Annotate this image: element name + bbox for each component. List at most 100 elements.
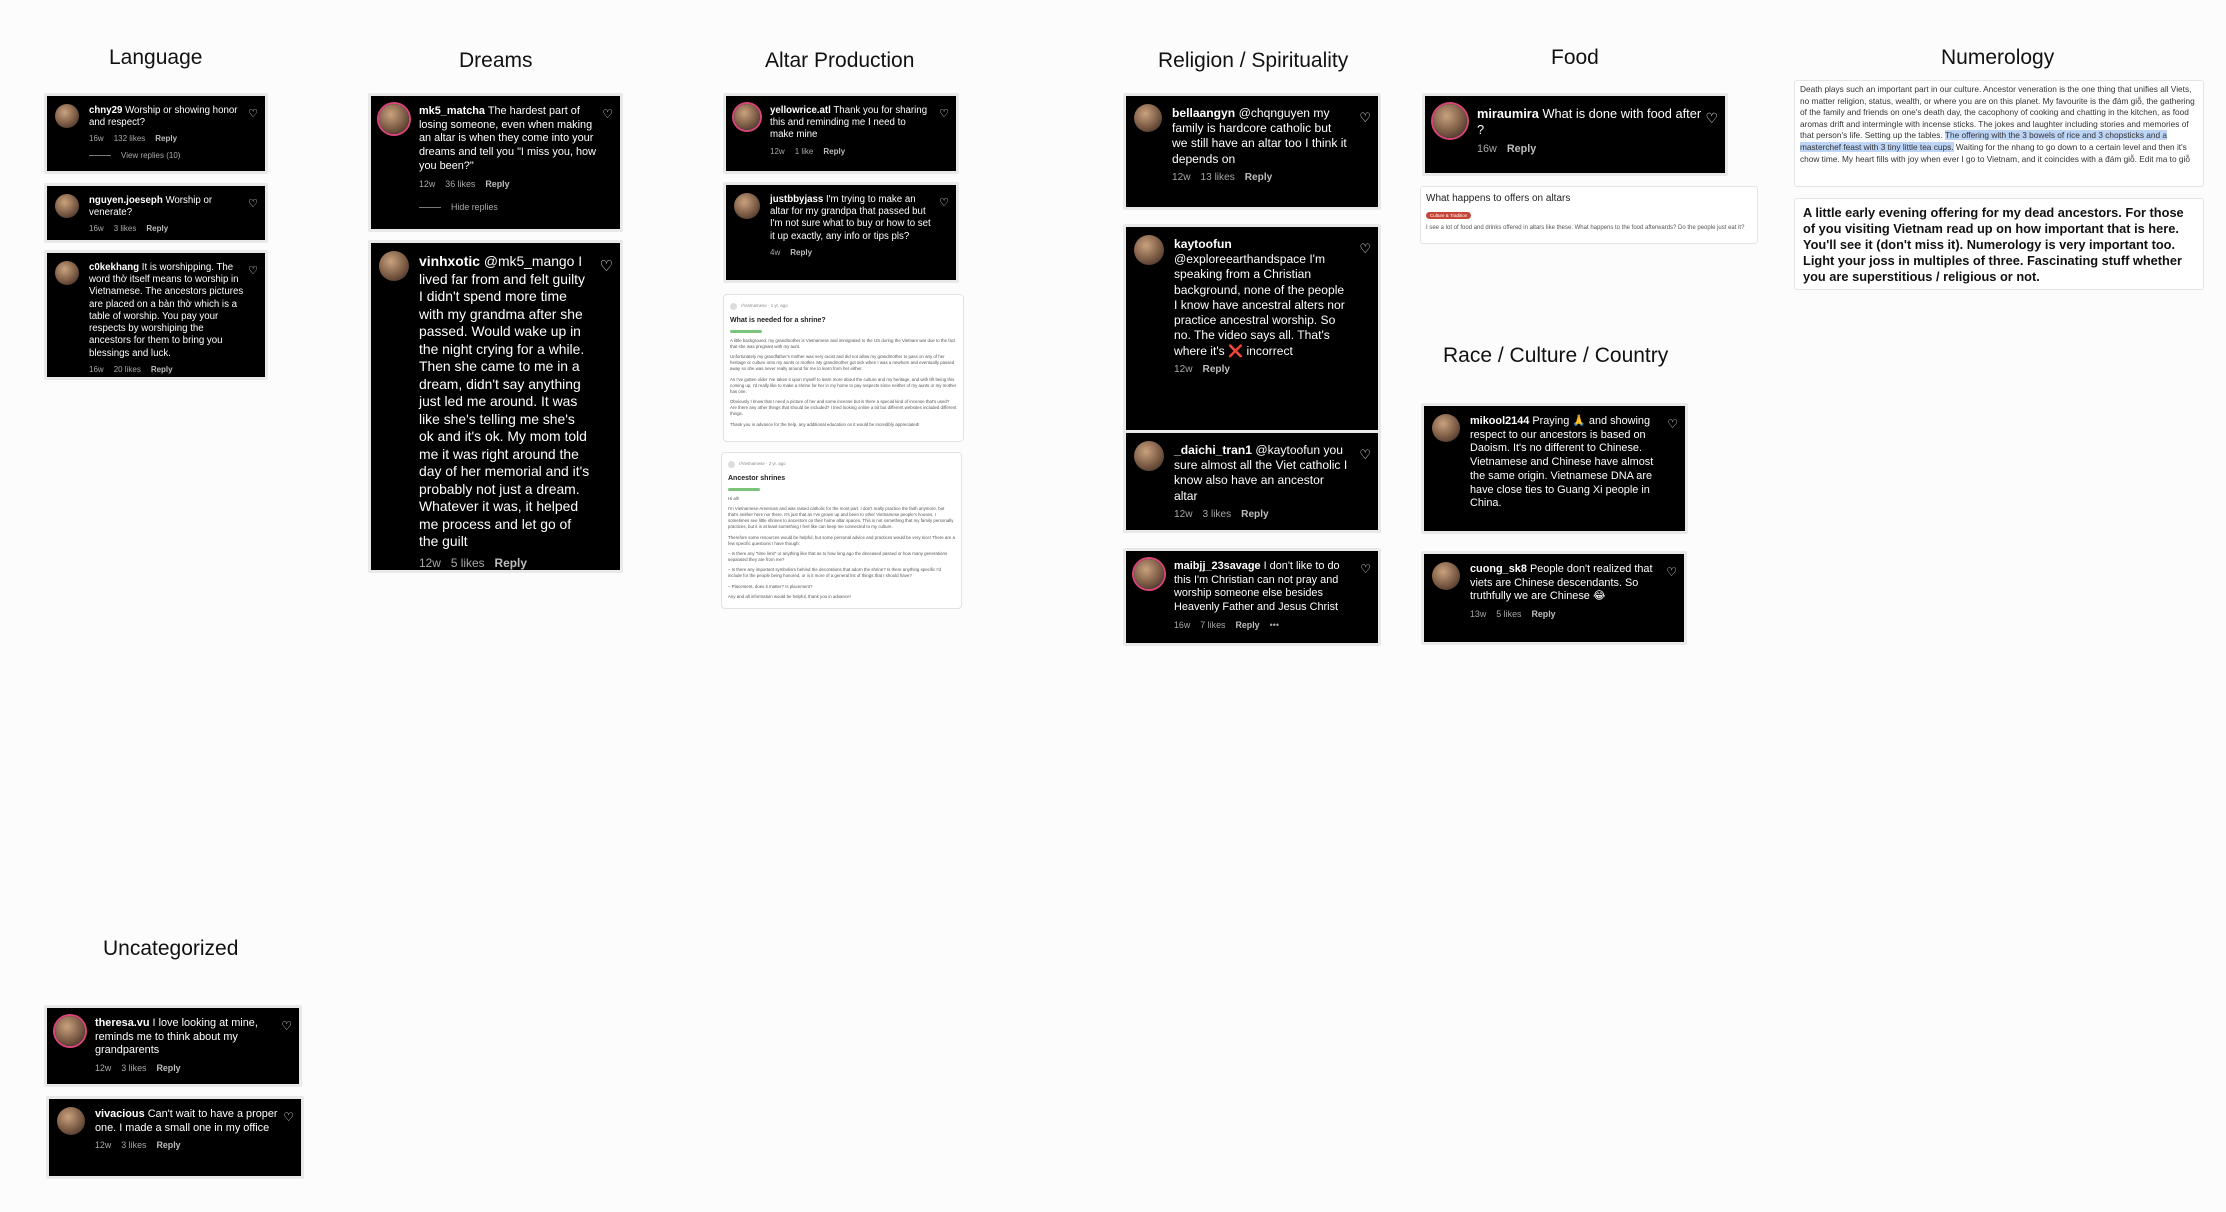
heart-icon[interactable]: ♡	[248, 198, 258, 209]
comment-likes: 5 likes	[450, 555, 485, 570]
avatar[interactable]	[55, 194, 79, 218]
heart-icon[interactable]: ♡	[602, 108, 613, 120]
reply-button[interactable]: Reply	[823, 147, 845, 156]
comment-timestamp: 12w	[1174, 508, 1193, 520]
avatar[interactable]	[734, 104, 760, 130]
comment-body: c0kekhang It is worshipping. The word th…	[89, 262, 247, 375]
comment-username[interactable]: bellaangyn	[1172, 106, 1235, 120]
post-paragraph: – Is there any important symbolism behin…	[728, 567, 941, 579]
post-author: r/Vietnamese · 2 yr. ago	[739, 461, 786, 467]
avatar[interactable]	[55, 1016, 85, 1046]
reply-button[interactable]: Reply	[1507, 143, 1536, 155]
reply-button[interactable]: Reply	[1203, 364, 1231, 375]
heading-religion: Religion / Spirituality	[1158, 49, 1349, 72]
heart-icon[interactable]: ♡	[1359, 449, 1371, 462]
comment-meta: 16w 20 likes Reply	[89, 365, 247, 375]
reply-button[interactable]: Reply	[1241, 509, 1269, 520]
comment-username[interactable]: justbbyjass	[770, 194, 823, 205]
comment-card: ♡ justbbyjass I'm trying to make an altar…	[723, 182, 959, 283]
comment-meta: 16w 132 likes Reply	[89, 134, 247, 144]
avatar[interactable]	[1432, 562, 1460, 590]
heart-icon[interactable]: ♡	[1666, 566, 1677, 578]
comment-likes: 1 like	[794, 146, 814, 156]
comment-username[interactable]: _daichi_tran1	[1174, 443, 1252, 457]
comment-text: @mk5_mango I lived far from and felt gui…	[419, 253, 590, 550]
post-title: Ancestor shrines	[728, 475, 786, 482]
avatar[interactable]	[1134, 104, 1162, 132]
comment-card: ♡ bellaangyn @chqnguyen my family is hard…	[1123, 93, 1381, 210]
post-paragraph: Any and all information would be helpful…	[728, 593, 851, 599]
post-paragraph: Therefore some resources would be helpfu…	[728, 534, 955, 546]
reply-button[interactable]: Reply	[156, 1063, 180, 1073]
heart-icon[interactable]: ♡	[1359, 112, 1371, 125]
comment-username[interactable]: kaytoofun	[1174, 237, 1232, 251]
comment-body: justbbyjass I'm trying to make an altar …	[770, 194, 932, 258]
comment-body: vivacious Can't wait to have a proper on…	[95, 1108, 287, 1152]
comment-likes: 5 likes	[1496, 609, 1522, 620]
comment-username[interactable]: chny29	[89, 105, 122, 116]
comment-likes: 3 likes	[121, 1140, 147, 1151]
reply-button[interactable]: Reply	[1245, 172, 1273, 183]
reply-button[interactable]: Reply	[1531, 609, 1555, 619]
avatar[interactable]	[734, 193, 760, 219]
avatar[interactable]	[379, 251, 409, 281]
post-paragraph: I'm Vietnamese-American and was raised c…	[728, 505, 954, 530]
avatar[interactable]	[55, 104, 79, 128]
comment-username[interactable]: miraumira	[1477, 106, 1539, 121]
comment-username[interactable]: vivacious	[95, 1108, 145, 1120]
comment-username[interactable]: mikool2144	[1470, 415, 1529, 427]
reply-button[interactable]: Reply	[151, 365, 173, 374]
comment-timestamp: 12w	[1172, 171, 1191, 183]
heart-icon[interactable]: ♡	[1667, 418, 1678, 430]
reply-button[interactable]: Reply	[156, 1140, 180, 1150]
avatar[interactable]	[1134, 441, 1164, 471]
comment-card: ♡ c0kekhang It is worshipping. The word t…	[44, 250, 268, 380]
reply-button[interactable]: Reply	[495, 556, 527, 570]
post-paragraph: A little background, my grandmother is V…	[730, 337, 956, 349]
comment-username[interactable]: vinhxotic	[419, 253, 480, 269]
heart-icon[interactable]: ♡	[939, 108, 949, 119]
comment-card: ♡ chny29 Worship or showing honor and res…	[44, 93, 268, 174]
reply-button[interactable]: Reply	[790, 248, 812, 257]
reply-button[interactable]: Reply	[1235, 620, 1259, 630]
post-paragraph: As I've gotten older I've taken it upon …	[730, 376, 957, 394]
avatar[interactable]	[55, 261, 79, 285]
comment-username[interactable]: mk5_matcha	[419, 105, 485, 117]
comment-meta: 13w 5 likes Reply	[1470, 609, 1656, 620]
comment-body: mikool2144 Praying 🙏 and showing respect…	[1470, 415, 1656, 516]
avatar[interactable]	[57, 1107, 85, 1135]
comment-timestamp: 12w	[95, 1140, 112, 1151]
comment-meta: 12w 36 likes Reply	[419, 179, 599, 190]
comment-username[interactable]: c0kekhang	[89, 262, 139, 273]
comment-username[interactable]: nguyen.joeseph	[89, 195, 163, 206]
toggle-replies-link[interactable]: View replies (10)	[89, 151, 247, 161]
more-options-icon[interactable]: •••	[1270, 620, 1279, 630]
heart-icon[interactable]: ♡	[248, 108, 258, 119]
comment-username[interactable]: theresa.vu	[95, 1017, 149, 1029]
food-post-body: I see a lot of food and drinks offered i…	[1426, 225, 1745, 231]
reply-button[interactable]: Reply	[146, 224, 168, 233]
avatar[interactable]	[379, 104, 409, 134]
avatar[interactable]	[1134, 235, 1164, 265]
reply-button[interactable]: Reply	[485, 179, 509, 189]
toggle-replies-link[interactable]: Hide replies	[419, 202, 599, 213]
heart-icon[interactable]: ♡	[600, 259, 613, 274]
heart-icon[interactable]: ♡	[1359, 243, 1371, 256]
comment-username[interactable]: cuong_sk8	[1470, 563, 1527, 575]
comment-card: ♡ cuong_sk8 People don't realized that vi…	[1421, 551, 1687, 645]
heart-icon[interactable]: ♡	[1360, 563, 1371, 575]
comment-timestamp: 12w	[419, 178, 436, 189]
avatar[interactable]	[1134, 559, 1164, 589]
heart-icon[interactable]: ♡	[939, 197, 949, 208]
comment-username[interactable]: maibjj_23savage	[1174, 560, 1261, 572]
post-flair	[728, 487, 760, 491]
reply-button[interactable]: Reply	[155, 134, 177, 143]
comment-body: miraumira What is done with food after ?…	[1477, 106, 1709, 157]
avatar[interactable]	[1433, 104, 1467, 138]
avatar[interactable]	[1432, 414, 1460, 442]
comment-body: chny29 Worship or showing honor and resp…	[89, 105, 247, 161]
comment-card: ♡ theresa.vu I love looking at mine, remi…	[44, 1005, 302, 1087]
comment-username[interactable]: yellowrice.atl	[770, 105, 831, 116]
comment-timestamp: 16w	[89, 134, 104, 144]
heart-icon[interactable]: ♡	[248, 265, 258, 276]
